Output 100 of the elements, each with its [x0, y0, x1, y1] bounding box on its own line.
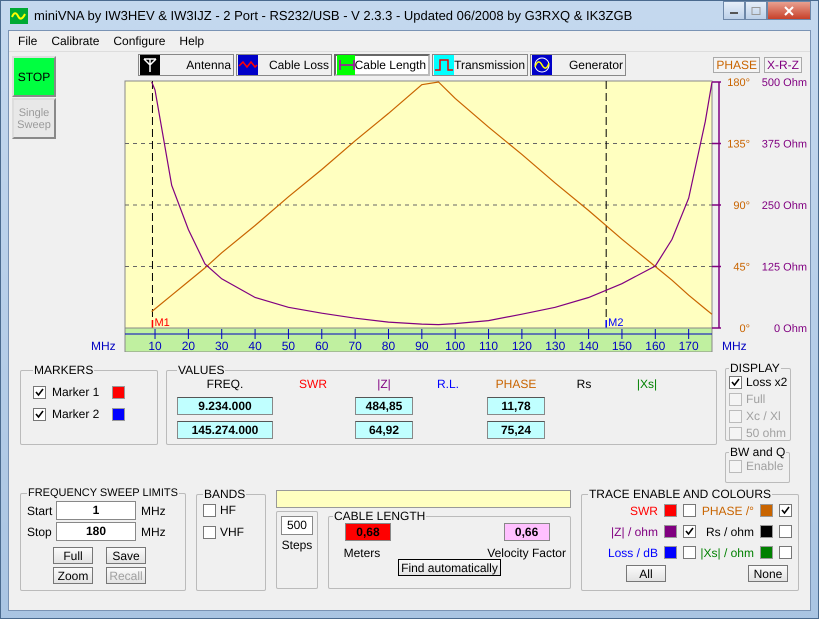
checkbox[interactable] — [682, 525, 696, 538]
checkbox[interactable] — [33, 408, 46, 420]
sweep-button[interactable]: Save — [106, 547, 146, 564]
column-header: Rs — [576, 377, 592, 391]
trace-label: Rs / ohm — [706, 524, 754, 538]
app-icon — [10, 8, 28, 24]
option-label: Xc / Xl — [746, 409, 781, 423]
value-field: 64,92 — [355, 421, 413, 439]
sweep-button[interactable]: Zoom — [53, 567, 93, 584]
x-tick-label: 170 — [678, 339, 699, 352]
color-swatch[interactable] — [112, 386, 125, 398]
option-label: 50 ohm — [746, 426, 786, 440]
steps-field[interactable]: 500 — [280, 516, 313, 535]
x-tick-label: 10 — [148, 339, 162, 352]
tab[interactable]: Cable Length — [334, 54, 430, 76]
pulse-icon — [434, 55, 454, 75]
axis-unit: MHz — [722, 339, 747, 352]
x-tick-label: 40 — [248, 339, 262, 352]
tab[interactable]: Generator — [530, 54, 626, 76]
minimize-button[interactable] — [723, 1, 745, 20]
trace-label: Loss / dB — [608, 546, 658, 560]
option-label: Enable — [746, 459, 784, 473]
color-swatch[interactable] — [664, 546, 677, 559]
column-header: |Z| — [377, 377, 391, 391]
y-tick-label: 135° — [727, 138, 750, 150]
checkbox[interactable] — [778, 546, 792, 559]
unit-label: MHz — [141, 504, 166, 518]
column-header: R.L. — [436, 377, 459, 391]
checkbox[interactable] — [682, 546, 696, 559]
checkbox[interactable] — [778, 525, 792, 538]
group-title: BW and Q — [729, 445, 786, 459]
checkbox[interactable] — [202, 504, 216, 516]
checkbox[interactable] — [729, 376, 742, 388]
sweep-button[interactable]: Full — [53, 547, 93, 564]
meters-label: Meters — [344, 546, 380, 560]
meters-value: 0,68 — [344, 523, 391, 541]
group-title: TRACE ENABLE AND COLOURS — [588, 487, 772, 501]
group-title: FREQUENCY SWEEP LIMITS — [27, 487, 179, 499]
stop-button[interactable]: STOP — [12, 56, 56, 97]
marker-label: M1 — [154, 317, 170, 329]
y-tick-label: 45° — [733, 262, 750, 274]
tab[interactable]: Transmission — [432, 54, 528, 76]
y-tick-label: 375 Ohm — [762, 138, 807, 150]
velocity-factor-field[interactable]: 0,66 — [504, 523, 550, 541]
view-toggle[interactable]: X-R-Z — [764, 57, 802, 73]
window-title: miniVNA by IW3HEV & IW3IJZ - 2 Port - RS232/USB - V 2.3.3 - Updated 06/2008 by G3RXQ & IK3ZGB — [34, 8, 632, 23]
color-swatch[interactable] — [664, 525, 677, 538]
field-label: Stop — [27, 524, 51, 538]
span-icon — [337, 55, 355, 75]
color-swatch[interactable] — [760, 546, 773, 559]
menu-item[interactable]: File — [11, 34, 44, 48]
close-button[interactable] — [767, 1, 811, 20]
x-tick-label: 160 — [645, 339, 666, 352]
color-swatch[interactable] — [112, 408, 125, 420]
input-field[interactable]: 180 — [56, 522, 136, 541]
maximize-button[interactable] — [745, 1, 767, 20]
checkbox[interactable] — [778, 504, 792, 517]
trace-label: |Z| / ohm — [611, 524, 658, 538]
find-automatically-button[interactable]: Find automatically — [398, 559, 501, 576]
x-tick-label: 100 — [445, 339, 466, 352]
color-swatch[interactable] — [760, 504, 773, 517]
checkbox[interactable] — [202, 526, 216, 538]
value-field: 9.234.000 — [177, 397, 273, 415]
x-tick-label: 150 — [612, 339, 632, 352]
tab[interactable]: Cable Loss — [236, 54, 332, 76]
y-tick-label: 250 Ohm — [762, 200, 807, 212]
column-header: |Xs| — [636, 377, 658, 391]
tab[interactable]: Antenna — [138, 54, 234, 76]
x-tick-label: 20 — [182, 339, 196, 352]
x-tick-label: 80 — [382, 339, 396, 352]
color-swatch[interactable] — [664, 504, 677, 517]
x-tick-label: 140 — [578, 339, 599, 352]
group-title: BANDS — [202, 487, 246, 501]
x-tick-label: 60 — [315, 339, 328, 352]
sine-icon — [532, 55, 552, 75]
checkbox[interactable] — [682, 504, 696, 517]
input-field[interactable]: 1 — [56, 501, 136, 520]
view-toggle[interactable]: PHASE — [713, 57, 760, 73]
group-title: VALUES — [177, 363, 226, 377]
marker-label: M2 — [608, 317, 624, 329]
menu-item[interactable]: Configure — [106, 34, 172, 48]
trace-button[interactable]: All — [626, 565, 666, 582]
trace-label: SWR — [630, 504, 658, 518]
color-swatch[interactable] — [760, 525, 773, 538]
trace-label: |Xs| / ohm — [700, 546, 754, 560]
menu-item[interactable]: Calibrate — [44, 34, 106, 48]
option-label: Full — [746, 392, 766, 406]
value-field: 145.274.000 — [177, 421, 273, 439]
marker-label: Marker 2 — [52, 407, 100, 421]
x-tick-label: 50 — [282, 339, 296, 352]
menu-item[interactable]: Help — [172, 34, 212, 48]
option-label: HF — [220, 503, 236, 517]
trace-button[interactable]: None — [748, 565, 788, 582]
checkbox[interactable] — [33, 386, 46, 398]
group-title: MARKERS — [33, 363, 94, 377]
maximize-icon — [751, 6, 761, 14]
y-tick-label: 0° — [739, 323, 750, 335]
unit-label: MHz — [141, 524, 166, 538]
y-tick-label: 500 Ohm — [762, 77, 807, 89]
column-header: SWR — [299, 377, 327, 391]
